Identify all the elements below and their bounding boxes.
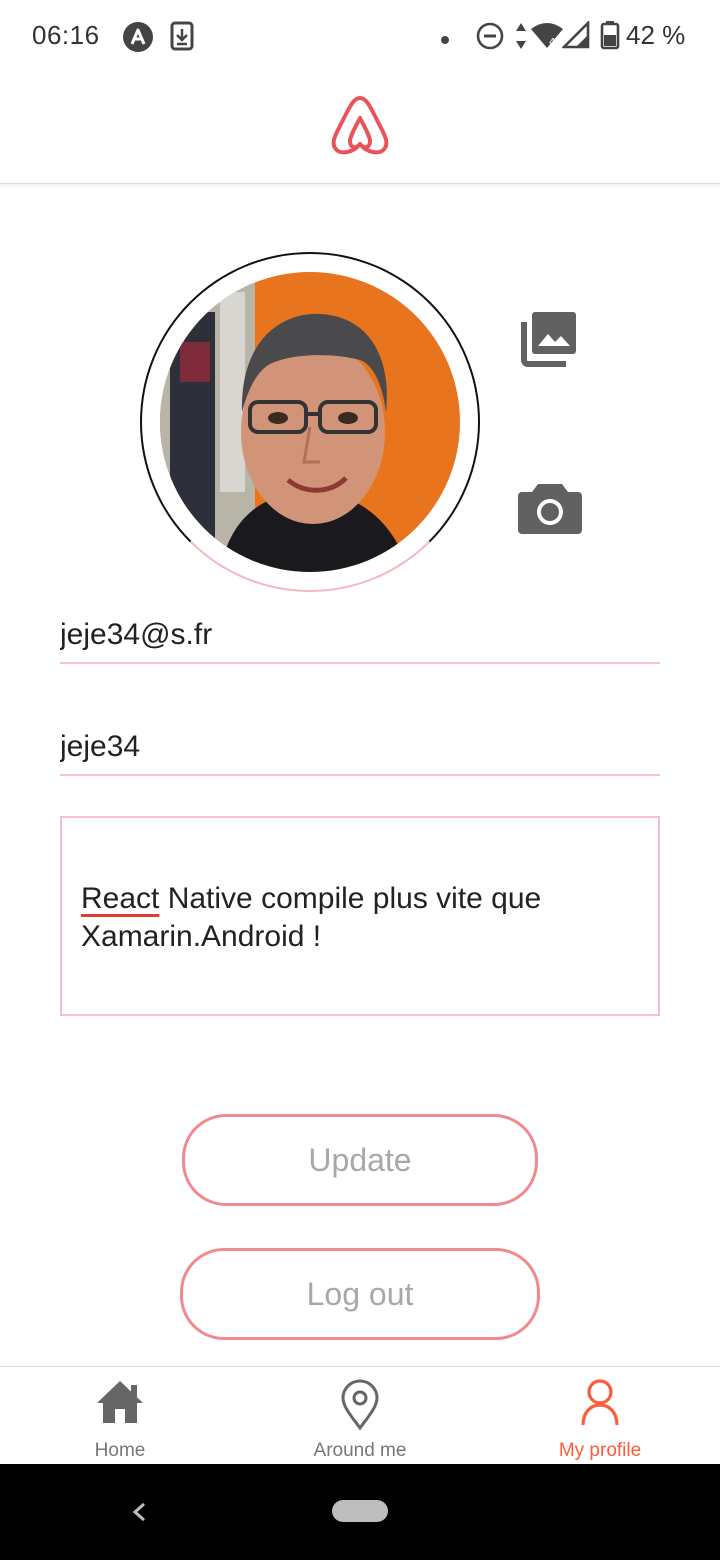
tab-around-me-label: Around me: [313, 1440, 407, 1461]
tab-home-label: Home: [94, 1440, 146, 1461]
location-pin-icon: [341, 1379, 379, 1431]
home-gesture-pill[interactable]: [332, 1500, 388, 1522]
airbnb-logo-icon: [330, 94, 390, 158]
tab-my-profile[interactable]: My profile: [480, 1367, 720, 1465]
download-icon: [170, 21, 194, 56]
photo-library-icon[interactable]: [520, 308, 580, 368]
battery-percentage: 42 %: [626, 20, 686, 50]
description-field[interactable]: React Native compile plus vite que Xamar…: [60, 816, 660, 1016]
svg-text:4: 4: [549, 37, 555, 48]
description-first-word: React: [81, 882, 160, 915]
email-field[interactable]: [60, 596, 660, 664]
data-arrows-icon: [514, 21, 528, 56]
tab-my-profile-label: My profile: [558, 1440, 642, 1461]
user-icon: [581, 1379, 619, 1426]
tab-home[interactable]: Home: [0, 1367, 240, 1465]
tab-bar: Home Around me My profile: [0, 1366, 720, 1464]
wifi-icon: 4: [530, 21, 564, 54]
tab-around-me[interactable]: Around me: [240, 1367, 480, 1465]
battery-icon: [600, 20, 620, 55]
status-time: 06:16: [32, 20, 100, 50]
app-header: [0, 72, 720, 184]
do-not-disturb-icon: [476, 22, 504, 55]
username-field[interactable]: [60, 708, 660, 776]
dot-icon: [440, 32, 450, 50]
app-notification-icon: [122, 21, 154, 58]
home-icon: [97, 1381, 143, 1423]
avatar[interactable]: [160, 272, 460, 572]
status-bar: 06:16 4 42 %: [0, 0, 720, 72]
update-button[interactable]: Update: [182, 1114, 538, 1206]
signal-icon: [560, 19, 590, 54]
camera-icon[interactable]: [516, 478, 584, 538]
logout-button[interactable]: Log out: [180, 1248, 540, 1340]
back-icon[interactable]: [126, 1494, 152, 1530]
